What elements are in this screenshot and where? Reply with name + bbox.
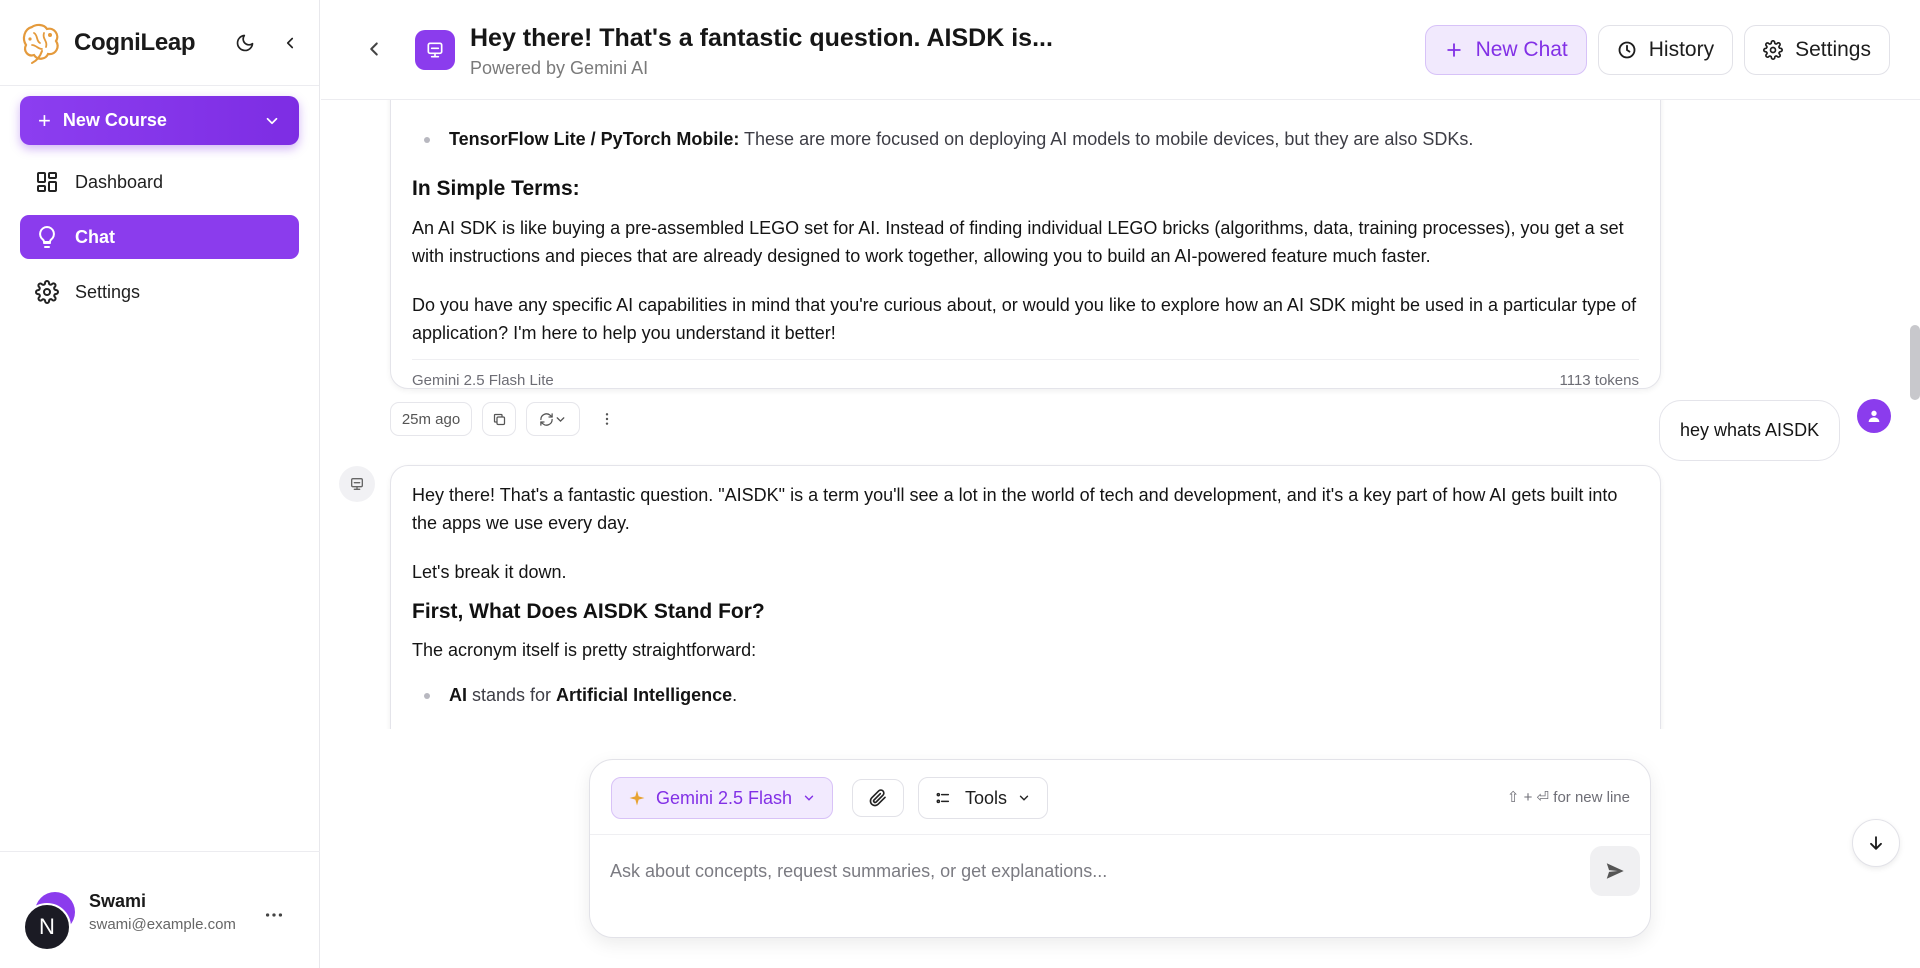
- model-name: Gemini 2.5 Flash Lite: [412, 372, 554, 389]
- plus-icon: +: [38, 107, 51, 133]
- new-course-button[interactable]: + New Course: [20, 96, 299, 145]
- app-name: CogniLeap: [74, 28, 196, 56]
- gear-icon: [35, 280, 59, 304]
- new-chat-label: New Chat: [1475, 38, 1568, 61]
- settings-button[interactable]: Settings: [1744, 25, 1890, 75]
- timestamp: 25m ago: [390, 402, 472, 436]
- message-heading: In Simple Terms:: [412, 177, 580, 200]
- user-avatar: [1857, 399, 1891, 433]
- attach-button[interactable]: [852, 779, 904, 817]
- user-message: hey whats AISDK: [1659, 400, 1841, 461]
- bullet-term: TensorFlow Lite / PyTorch Mobile:: [449, 129, 740, 149]
- message-paragraph: An AI SDK is like buying a pre-assembled…: [412, 218, 1624, 266]
- newline-hint: ⇧ + ⏎ for new line: [1506, 789, 1630, 806]
- message-heading: First, What Does AISDK Stand For?: [412, 600, 765, 623]
- user-name: Swami: [89, 891, 147, 911]
- more-vertical-icon: [605, 413, 609, 425]
- brain-logo-icon: [22, 23, 59, 64]
- new-course-label: New Course: [62, 110, 167, 130]
- chat-input[interactable]: [610, 856, 1570, 886]
- paperclip-icon: [869, 789, 886, 807]
- message-paragraph: Do you have any specific AI capabilities…: [412, 295, 1637, 343]
- collapse-sidebar-chevron-left-icon[interactable]: [281, 34, 299, 52]
- sidebar-item-label: Dashboard: [75, 171, 164, 192]
- sidebar: CogniLeap + New Course Dashboard Chat Se…: [0, 0, 320, 968]
- more-options-button[interactable]: [590, 402, 624, 436]
- plus-icon: [1446, 43, 1461, 57]
- monitor-icon: [427, 42, 443, 58]
- tools-label: Tools: [965, 787, 1008, 808]
- user-icon: [1868, 410, 1880, 422]
- back-chevron-icon[interactable]: [363, 38, 385, 65]
- sidebar-item-settings[interactable]: Settings: [20, 270, 299, 314]
- bullet-term: Artificial Intelligence: [556, 685, 733, 705]
- theme-toggle-moon-icon[interactable]: [235, 33, 255, 53]
- lightbulb-icon: [39, 226, 55, 248]
- message-actions: 25m ago: [390, 402, 624, 436]
- page-title: Hey there! That's a fantastic question. …: [470, 24, 1053, 52]
- model-selector[interactable]: Gemini 2.5 Flash: [611, 777, 834, 819]
- model-label: Gemini 2.5 Flash: [656, 787, 793, 808]
- scroll-to-bottom-button[interactable]: [1852, 819, 1900, 867]
- user-profile[interactable]: N Swami swami@example.com: [0, 851, 320, 968]
- more-horizontal-icon[interactable]: [263, 904, 285, 931]
- regenerate-button[interactable]: [526, 402, 580, 436]
- sidebar-item-dashboard[interactable]: Dashboard: [20, 160, 299, 204]
- bullet-text: stands for: [467, 685, 557, 705]
- sidebar-nav: Dashboard Chat Settings: [20, 160, 299, 325]
- send-icon: [1606, 863, 1624, 879]
- sidebar-item-label: Settings: [75, 281, 141, 302]
- copy-button[interactable]: [482, 402, 516, 436]
- ai-message: TensorFlow Lite / PyTorch Mobile: These …: [390, 100, 1661, 389]
- copy-icon: [493, 413, 505, 425]
- settings-label: Settings: [1795, 38, 1871, 61]
- send-button[interactable]: [1590, 846, 1640, 896]
- bullet-text: .: [732, 685, 738, 705]
- dashboard-icon: [37, 172, 57, 192]
- ai-avatar: [339, 466, 375, 502]
- bullet-term: AI: [449, 685, 467, 705]
- message-list[interactable]: TensorFlow Lite / PyTorch Mobile: These …: [321, 100, 1920, 729]
- sidebar-item-chat[interactable]: Chat: [20, 215, 299, 259]
- message-paragraph: Hey there! That's a fantastic question. …: [412, 485, 1618, 533]
- monitor-icon: [351, 478, 363, 490]
- tools-list-icon: [936, 792, 950, 804]
- chevron-down-icon: [1019, 795, 1029, 801]
- arrow-down-icon: [1870, 836, 1882, 850]
- chevron-down-icon[interactable]: [263, 112, 281, 130]
- clock-icon: [1618, 41, 1636, 59]
- new-chat-button[interactable]: New Chat: [1424, 25, 1587, 75]
- message-paragraph: The acronym itself is pretty straightfor…: [412, 640, 757, 660]
- message-meta: Gemini 2.5 Flash Lite 1113 tokens: [412, 359, 1639, 389]
- chevron-down-icon: [556, 416, 565, 422]
- sparkle-icon: [629, 790, 645, 806]
- bullet-text: These are more focused on deploying AI m…: [739, 129, 1474, 149]
- refresh-icon: [540, 412, 553, 426]
- message-bullet: TensorFlow Lite / PyTorch Mobile: These …: [412, 125, 1639, 153]
- brand-bar: CogniLeap: [0, 0, 319, 86]
- scrollbar-thumb[interactable]: [1910, 325, 1920, 400]
- gear-icon: [1763, 40, 1784, 60]
- composer-toolbar: Gemini 2.5 Flash Tools ⇧ + ⏎ for new lin…: [590, 760, 1650, 835]
- history-button[interactable]: History: [1597, 25, 1734, 75]
- token-count: 1113 tokens: [1559, 372, 1639, 389]
- message-paragraph: Let's break it down.: [412, 562, 567, 582]
- sidebar-item-label: Chat: [75, 226, 115, 247]
- page-subtitle: Powered by Gemini AI: [470, 58, 649, 78]
- ai-message: Hey there! That's a fantastic question. …: [390, 465, 1661, 729]
- chat-bot-badge: [415, 30, 455, 70]
- chat-header: Hey there! That's a fantastic question. …: [321, 0, 1920, 100]
- history-label: History: [1648, 38, 1715, 61]
- avatar: N: [23, 903, 71, 951]
- chevron-down-icon: [804, 795, 814, 801]
- message-composer: Gemini 2.5 Flash Tools ⇧ + ⏎ for new lin…: [589, 759, 1651, 938]
- message-bullet: AI stands for Artificial Intelligence.: [412, 681, 1639, 709]
- user-email: swami@example.com: [89, 916, 236, 933]
- tools-dropdown[interactable]: Tools: [918, 777, 1049, 819]
